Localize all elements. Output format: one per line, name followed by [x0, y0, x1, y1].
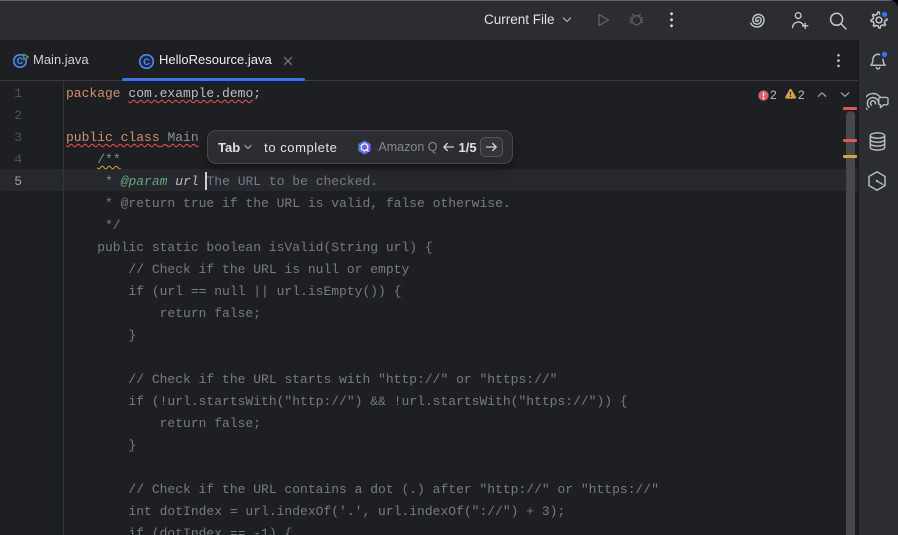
svg-text:C: C — [17, 56, 24, 66]
svg-text:C: C — [143, 57, 150, 68]
